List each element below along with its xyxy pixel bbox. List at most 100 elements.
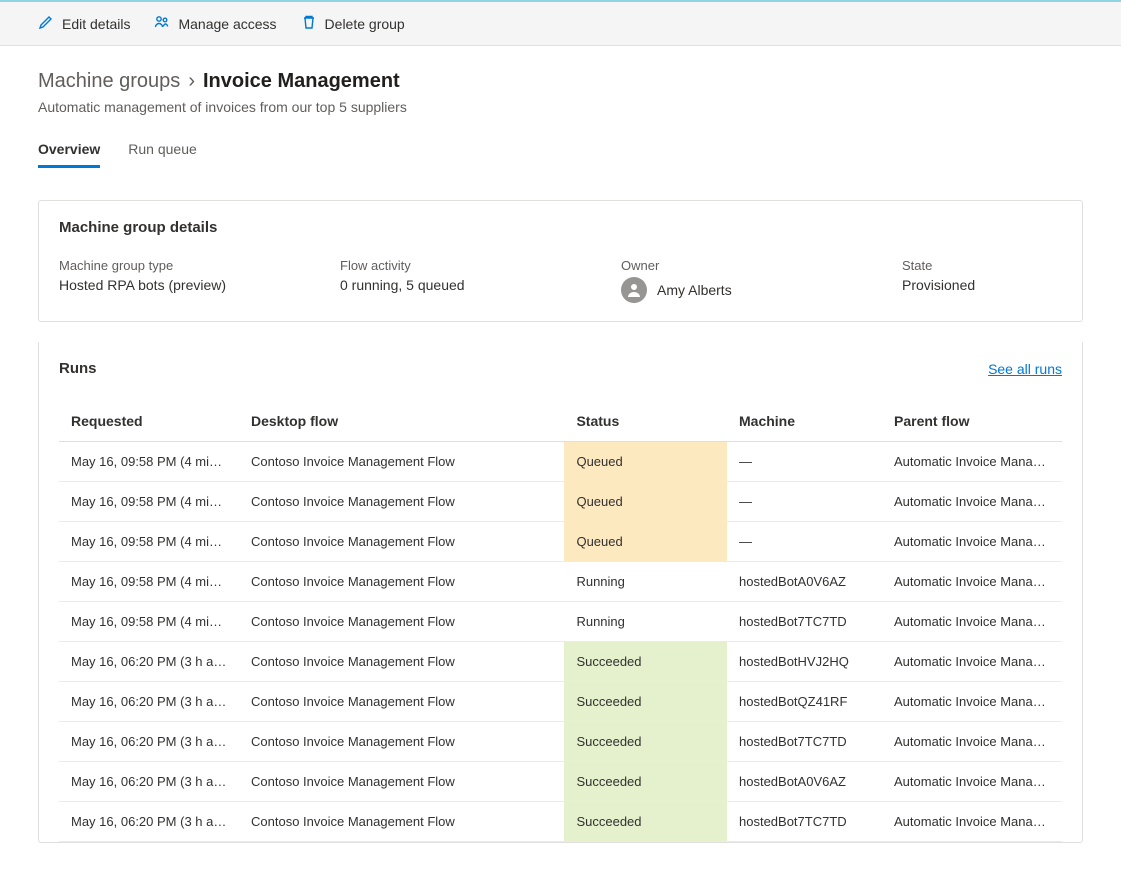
table-row[interactable]: May 16, 06:20 PM (3 h ago)Contoso Invoic…: [59, 802, 1062, 842]
cell-parent-flow: Automatic Invoice Manage...: [882, 482, 1062, 522]
tabs: Overview Run queue: [38, 141, 1083, 168]
cell-requested: May 16, 06:20 PM (3 h ago): [59, 722, 239, 762]
cell-parent-flow: Automatic Invoice Manage...: [882, 722, 1062, 762]
cell-requested: May 16, 06:20 PM (3 h ago): [59, 642, 239, 682]
col-machine[interactable]: Machine: [727, 403, 882, 442]
detail-owner: Owner Amy Alberts: [621, 258, 854, 303]
cell-status: Queued: [564, 522, 727, 562]
page-description: Automatic management of invoices from ou…: [38, 99, 1083, 115]
table-row[interactable]: May 16, 09:58 PM (4 min ago)Contoso Invo…: [59, 442, 1062, 482]
detail-activity-label: Flow activity: [340, 258, 573, 273]
chevron-right-icon: ›: [188, 70, 195, 93]
cell-status: Succeeded: [564, 642, 727, 682]
delete-icon: [301, 14, 317, 33]
runs-header: Runs See all runs: [59, 360, 1062, 377]
cell-status: Succeeded: [564, 682, 727, 722]
cell-machine: hostedBotHVJ2HQ: [727, 642, 882, 682]
page-content: Machine groups › Invoice Management Auto…: [0, 46, 1121, 867]
cell-status: Queued: [564, 482, 727, 522]
detail-type: Machine group type Hosted RPA bots (prev…: [59, 258, 292, 303]
col-status[interactable]: Status: [564, 403, 727, 442]
detail-activity: Flow activity 0 running, 5 queued: [340, 258, 573, 303]
cell-requested: May 16, 09:58 PM (4 min ago): [59, 442, 239, 482]
tab-overview[interactable]: Overview: [38, 141, 100, 168]
col-desktop-flow[interactable]: Desktop flow: [239, 403, 564, 442]
see-all-runs-link[interactable]: See all runs: [988, 361, 1062, 377]
detail-type-label: Machine group type: [59, 258, 292, 273]
cell-desktop-flow: Contoso Invoice Management Flow: [239, 682, 564, 722]
edit-details-label: Edit details: [62, 16, 130, 32]
table-row[interactable]: May 16, 09:58 PM (4 min ago)Contoso Invo…: [59, 482, 1062, 522]
edit-icon: [38, 14, 54, 33]
delete-group-button[interactable]: Delete group: [301, 14, 405, 33]
cell-desktop-flow: Contoso Invoice Management Flow: [239, 802, 564, 842]
detail-state: State Provisioned: [902, 258, 1062, 303]
cell-status: Succeeded: [564, 802, 727, 842]
table-row[interactable]: May 16, 09:58 PM (4 min ago)Contoso Invo…: [59, 522, 1062, 562]
cell-requested: May 16, 09:58 PM (4 min ago): [59, 562, 239, 602]
breadcrumb-current: Invoice Management: [203, 70, 400, 93]
manage-access-label: Manage access: [178, 16, 276, 32]
cell-status: Succeeded: [564, 722, 727, 762]
cell-requested: May 16, 06:20 PM (3 h ago): [59, 682, 239, 722]
table-row[interactable]: May 16, 06:20 PM (3 h ago)Contoso Invoic…: [59, 682, 1062, 722]
table-row[interactable]: May 16, 06:20 PM (3 h ago)Contoso Invoic…: [59, 762, 1062, 802]
detail-state-label: State: [902, 258, 1062, 273]
cell-parent-flow: Automatic Invoice Manage...: [882, 562, 1062, 602]
machine-group-details-card: Machine group details Machine group type…: [38, 200, 1083, 322]
table-row[interactable]: May 16, 06:20 PM (3 h ago)Contoso Invoic…: [59, 722, 1062, 762]
col-parent-flow[interactable]: Parent flow: [882, 403, 1062, 442]
cell-machine: hostedBotA0V6AZ: [727, 762, 882, 802]
details-title: Machine group details: [59, 219, 1062, 236]
detail-owner-label: Owner: [621, 258, 854, 273]
cell-machine: —: [727, 442, 882, 482]
cell-requested: May 16, 06:20 PM (3 h ago): [59, 802, 239, 842]
avatar: [621, 277, 647, 303]
cell-machine: —: [727, 482, 882, 522]
cell-desktop-flow: Contoso Invoice Management Flow: [239, 482, 564, 522]
cell-desktop-flow: Contoso Invoice Management Flow: [239, 562, 564, 602]
cell-parent-flow: Automatic Invoice Manage...: [882, 522, 1062, 562]
cell-status: Running: [564, 562, 727, 602]
runs-title: Runs: [59, 360, 97, 377]
table-header-row: Requested Desktop flow Status Machine Pa…: [59, 403, 1062, 442]
cell-desktop-flow: Contoso Invoice Management Flow: [239, 442, 564, 482]
delete-group-label: Delete group: [325, 16, 405, 32]
cell-desktop-flow: Contoso Invoice Management Flow: [239, 722, 564, 762]
detail-owner-value: Amy Alberts: [657, 282, 732, 298]
people-icon: [154, 14, 170, 33]
details-row: Machine group type Hosted RPA bots (prev…: [59, 258, 1062, 303]
detail-activity-value: 0 running, 5 queued: [340, 277, 573, 293]
cell-parent-flow: Automatic Invoice Manage...: [882, 682, 1062, 722]
breadcrumb: Machine groups › Invoice Management: [38, 70, 1083, 93]
table-row[interactable]: May 16, 06:20 PM (3 h ago)Contoso Invoic…: [59, 642, 1062, 682]
edit-details-button[interactable]: Edit details: [38, 14, 130, 33]
cell-requested: May 16, 06:20 PM (3 h ago): [59, 762, 239, 802]
cell-requested: May 16, 09:58 PM (4 min ago): [59, 482, 239, 522]
cell-machine: hostedBot7TC7TD: [727, 802, 882, 842]
cell-status: Queued: [564, 442, 727, 482]
runs-table: Requested Desktop flow Status Machine Pa…: [59, 403, 1062, 842]
cell-desktop-flow: Contoso Invoice Management Flow: [239, 522, 564, 562]
cell-parent-flow: Automatic Invoice Manage...: [882, 642, 1062, 682]
breadcrumb-parent[interactable]: Machine groups: [38, 70, 180, 93]
col-requested[interactable]: Requested: [59, 403, 239, 442]
cell-desktop-flow: Contoso Invoice Management Flow: [239, 762, 564, 802]
cell-machine: hostedBotA0V6AZ: [727, 562, 882, 602]
cell-machine: hostedBot7TC7TD: [727, 602, 882, 642]
cell-status: Running: [564, 602, 727, 642]
table-row[interactable]: May 16, 09:58 PM (4 min ago)Contoso Invo…: [59, 602, 1062, 642]
table-row[interactable]: May 16, 09:58 PM (4 min ago)Contoso Invo…: [59, 562, 1062, 602]
cell-parent-flow: Automatic Invoice Manage...: [882, 602, 1062, 642]
detail-type-value: Hosted RPA bots (preview): [59, 277, 292, 293]
cell-machine: hostedBotQZ41RF: [727, 682, 882, 722]
manage-access-button[interactable]: Manage access: [154, 14, 276, 33]
detail-state-value: Provisioned: [902, 277, 1062, 293]
tab-run-queue[interactable]: Run queue: [128, 141, 197, 168]
cell-desktop-flow: Contoso Invoice Management Flow: [239, 602, 564, 642]
cell-machine: —: [727, 522, 882, 562]
cell-status: Succeeded: [564, 762, 727, 802]
cell-requested: May 16, 09:58 PM (4 min ago): [59, 522, 239, 562]
cell-parent-flow: Automatic Invoice Manage...: [882, 442, 1062, 482]
runs-card: Runs See all runs Requested Desktop flow…: [38, 342, 1083, 843]
